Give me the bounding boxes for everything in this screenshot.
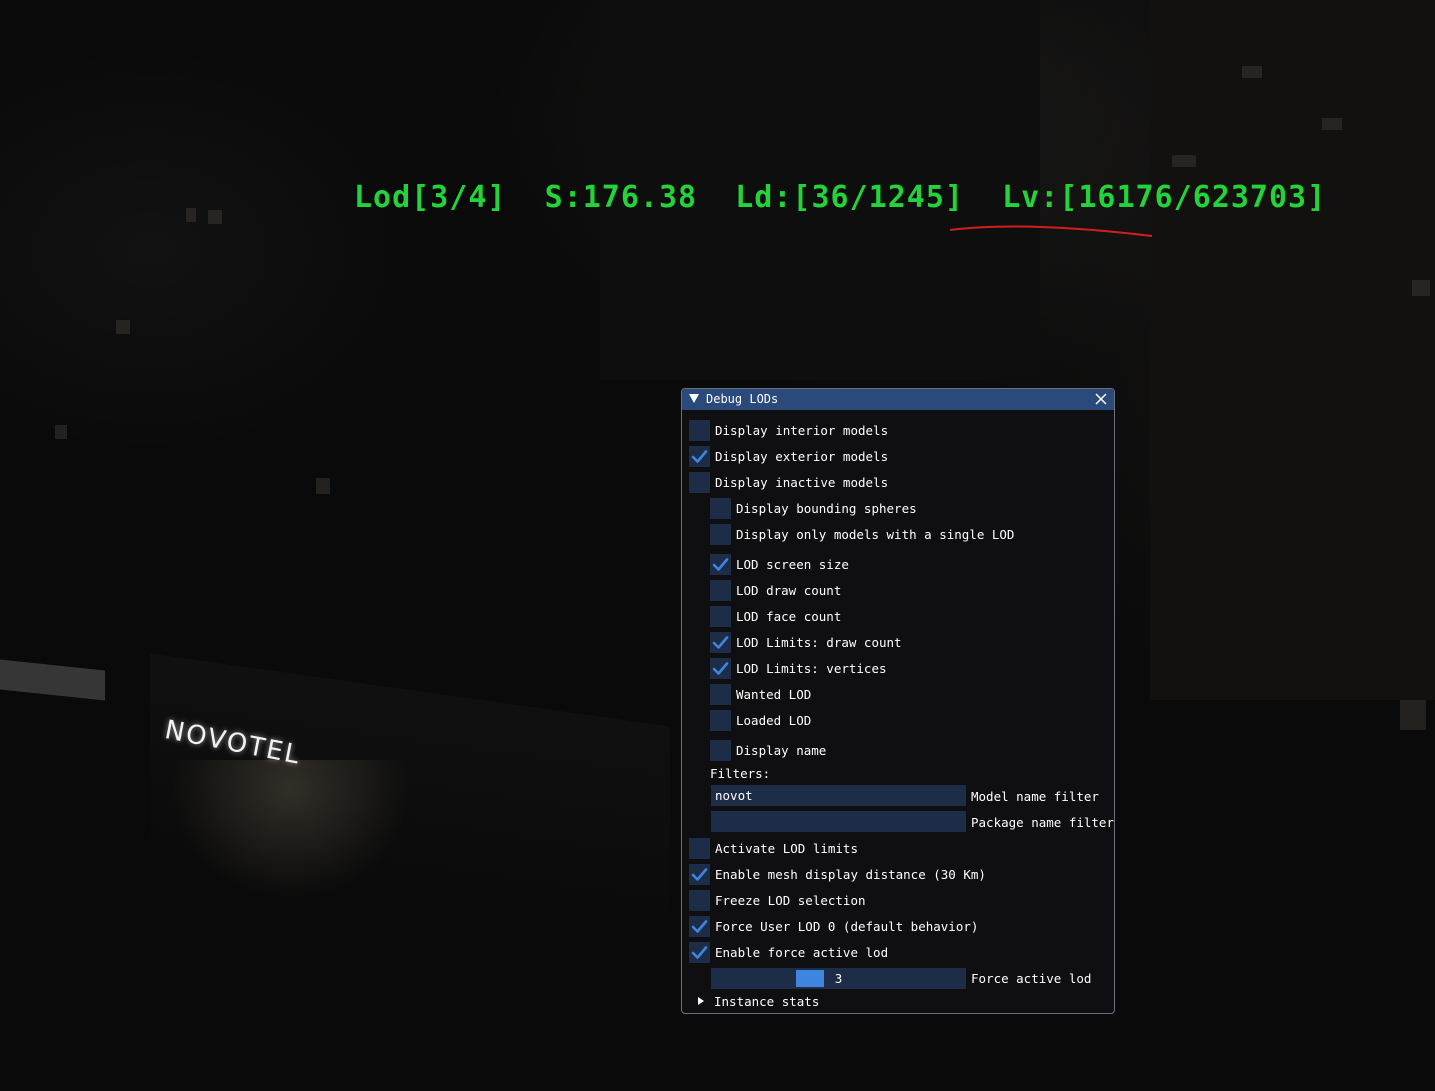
- checkmark-icon: [712, 661, 729, 675]
- window-titlebar[interactable]: Debug LODs: [682, 389, 1114, 410]
- window: [1412, 280, 1430, 296]
- checkmark-icon: [712, 557, 729, 571]
- display-interior-models-checkbox[interactable]: Display interior models: [689, 419, 888, 441]
- checkmark-icon: [691, 867, 708, 881]
- checkbox-label: Activate LOD limits: [715, 840, 858, 856]
- checkbox-box[interactable]: [710, 683, 731, 705]
- window: [316, 478, 330, 494]
- lod-draw-count-checkbox[interactable]: LOD draw count: [710, 579, 841, 601]
- lod-face-count-checkbox[interactable]: LOD face count: [710, 605, 841, 627]
- checkbox-label: Display interior models: [715, 422, 889, 438]
- force-active-lod-slider[interactable]: 3: [711, 968, 966, 989]
- debug-lods-window[interactable]: Debug LODs Display interior models Displa…: [681, 388, 1115, 1014]
- filters-label: Filters:: [710, 766, 771, 781]
- checkbox-label: Display bounding spheres: [736, 500, 917, 516]
- package-name-filter-label: Package name filter: [971, 815, 1114, 830]
- checkbox-box[interactable]: [689, 445, 710, 467]
- collapse-arrow-icon[interactable]: [689, 394, 699, 403]
- window: [55, 425, 67, 439]
- checkbox-label: Force User LOD 0 (default behavior): [715, 918, 979, 934]
- checkbox-box[interactable]: [689, 419, 710, 441]
- display-bounding-spheres-checkbox[interactable]: Display bounding spheres: [710, 497, 917, 519]
- building-facade: [1150, 0, 1435, 700]
- checkbox-box[interactable]: [710, 523, 731, 545]
- checkmark-icon: [691, 945, 708, 959]
- lod-limits-vertices-checkbox[interactable]: LOD Limits: vertices: [710, 657, 887, 679]
- checkbox-label: Freeze LOD selection: [715, 892, 866, 908]
- checkbox-label: Enable mesh display distance (30 Km): [715, 866, 986, 882]
- lod-limits-draw-count-checkbox[interactable]: LOD Limits: draw count: [710, 631, 902, 653]
- display-single-lod-only-checkbox[interactable]: Display only models with a single LOD: [710, 523, 1014, 545]
- checkbox-box[interactable]: [689, 941, 710, 963]
- display-name-checkbox[interactable]: Display name: [710, 739, 826, 761]
- window: [1172, 155, 1196, 167]
- window: [1322, 118, 1342, 130]
- display-inactive-models-checkbox[interactable]: Display inactive models: [689, 471, 888, 493]
- building-edge: [0, 659, 105, 701]
- checkbox-box[interactable]: [710, 553, 731, 575]
- freeze-lod-selection-checkbox[interactable]: Freeze LOD selection: [689, 889, 866, 911]
- model-name-filter-input[interactable]: [711, 785, 966, 806]
- wanted-lod-checkbox[interactable]: Wanted LOD: [710, 683, 811, 705]
- slider-value: 3: [834, 971, 843, 986]
- checkbox-label: Wanted LOD: [736, 686, 812, 702]
- enable-mesh-display-distance-checkbox[interactable]: Enable mesh display distance (30 Km): [689, 863, 986, 885]
- red-underline-annotation: [949, 225, 1153, 237]
- package-name-filter-input[interactable]: [711, 811, 966, 832]
- checkbox-box[interactable]: [710, 739, 731, 761]
- checkbox-label: Loaded LOD: [736, 712, 812, 728]
- checkbox-label: LOD Limits: draw count: [736, 634, 902, 650]
- checkbox-label: Display only models with a single LOD: [736, 526, 1015, 542]
- loaded-lod-checkbox[interactable]: Loaded LOD: [710, 709, 811, 731]
- window-title: Debug LODs: [706, 392, 779, 406]
- checkbox-box[interactable]: [689, 915, 710, 937]
- close-icon[interactable]: [1094, 392, 1108, 406]
- enable-force-active-lod-checkbox[interactable]: Enable force active lod: [689, 941, 888, 963]
- checkbox-box[interactable]: [710, 657, 731, 679]
- checkbox-label: LOD draw count: [736, 582, 842, 598]
- display-exterior-models-checkbox[interactable]: Display exterior models: [689, 445, 888, 467]
- activate-lod-limits-checkbox[interactable]: Activate LOD limits: [689, 837, 858, 859]
- sign-glow: [170, 760, 410, 900]
- checkbox-label: Display exterior models: [715, 448, 889, 464]
- lod-debug-overlay: Lod[3/4] S:176.38 Ld:[36/1245] Lv:[16176…: [354, 180, 1327, 215]
- checkbox-label: LOD screen size: [736, 556, 849, 572]
- checkmark-icon: [712, 635, 729, 649]
- checkbox-box[interactable]: [689, 889, 710, 911]
- checkbox-box[interactable]: [710, 579, 731, 601]
- checkbox-label: Display name: [736, 742, 827, 758]
- checkbox-box[interactable]: [689, 863, 710, 885]
- window: [1400, 700, 1426, 730]
- checkmark-icon: [691, 919, 708, 933]
- checkbox-box[interactable]: [710, 605, 731, 627]
- checkbox-label: LOD Limits: vertices: [736, 660, 887, 676]
- window: [208, 210, 222, 224]
- checkbox-box[interactable]: [710, 497, 731, 519]
- checkmark-icon: [691, 449, 708, 463]
- checkbox-box[interactable]: [689, 471, 710, 493]
- lod-screen-size-checkbox[interactable]: LOD screen size: [710, 553, 849, 575]
- checkbox-label: Enable force active lod: [715, 944, 889, 960]
- force-active-lod-label: Force active lod: [971, 971, 1092, 986]
- window: [186, 208, 196, 222]
- window: [1242, 66, 1262, 78]
- model-name-filter-label: Model name filter: [971, 789, 1099, 804]
- expand-arrow-icon[interactable]: [698, 997, 704, 1005]
- force-user-lod-0-checkbox[interactable]: Force User LOD 0 (default behavior): [689, 915, 978, 937]
- model-name-filter-text[interactable]: [711, 785, 966, 806]
- checkbox-label: Display inactive models: [715, 474, 889, 490]
- checkbox-box[interactable]: [710, 631, 731, 653]
- window: [116, 320, 130, 334]
- checkbox-box[interactable]: [689, 837, 710, 859]
- checkbox-label: LOD face count: [736, 608, 842, 624]
- package-name-filter-text[interactable]: [711, 811, 966, 832]
- instance-stats-tree-node[interactable]: Instance stats: [714, 994, 819, 1009]
- checkbox-box[interactable]: [710, 709, 731, 731]
